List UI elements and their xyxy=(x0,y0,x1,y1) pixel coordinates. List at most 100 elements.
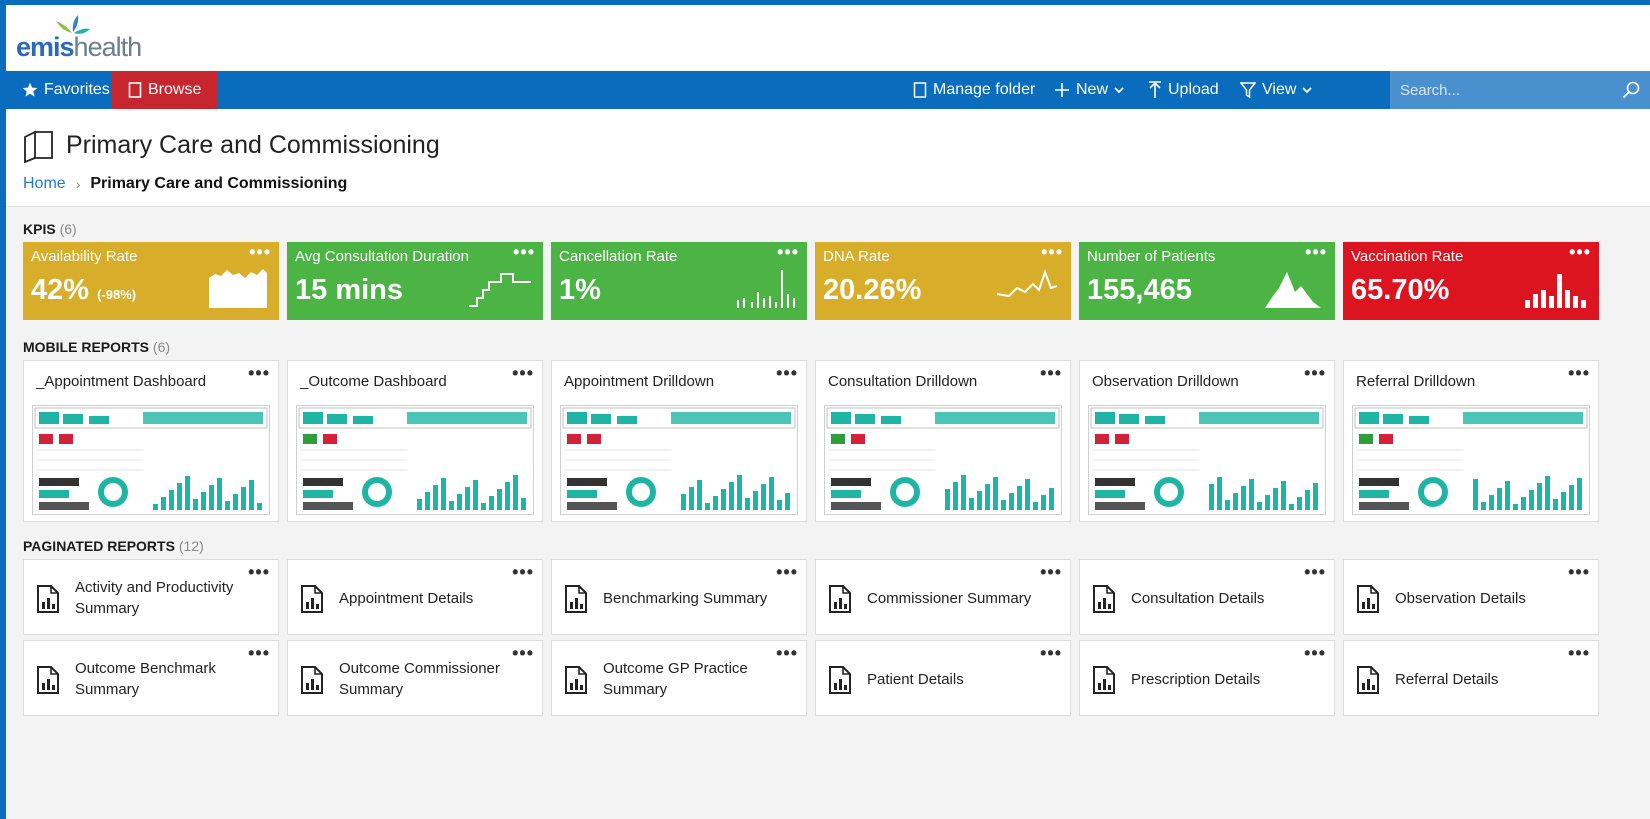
paginated-reports-section-label: PAGINATED REPORTS (12) xyxy=(23,538,204,554)
report-document-icon xyxy=(1357,666,1379,694)
more-options-icon[interactable]: ••• xyxy=(776,563,798,581)
upload-button[interactable]: Upload xyxy=(1148,71,1219,109)
search-icon[interactable] xyxy=(1622,81,1640,99)
kpi-value: 65.70% xyxy=(1351,274,1450,306)
report-document-icon xyxy=(37,666,59,694)
paginated-report-card[interactable]: Outcome GP Practice Summary ••• xyxy=(551,640,807,716)
new-button[interactable]: New xyxy=(1054,71,1130,109)
kpi-tile[interactable]: Avg Consultation Duration ••• 15 mins xyxy=(287,242,543,320)
report-document-icon xyxy=(301,666,323,694)
kpi-title: Number of Patients xyxy=(1087,248,1216,265)
upload-icon xyxy=(1149,81,1161,98)
more-options-icon[interactable]: ••• xyxy=(248,644,270,662)
paginated-report-title: Patient Details xyxy=(867,670,964,688)
mobile-reports-section-label: MOBILE REPORTS (6) xyxy=(23,339,171,355)
mobile-report-card[interactable]: Consultation Drilldown ••• xyxy=(815,360,1071,522)
breadcrumb-current: Primary Care and Commissioning xyxy=(90,175,348,192)
paginated-report-card[interactable]: Observation Details ••• xyxy=(1343,559,1599,635)
report-icon xyxy=(1356,665,1380,700)
paginated-report-card[interactable]: Commissioner Summary ••• xyxy=(815,559,1071,635)
manage-folder-label: Manage folder xyxy=(933,81,1036,98)
paginated-report-card[interactable]: Activity and Productivity Summary ••• xyxy=(23,559,279,635)
view-button[interactable]: View xyxy=(1240,71,1318,109)
search-input[interactable] xyxy=(1400,81,1610,99)
manage-folder-button[interactable]: Manage folder xyxy=(913,71,1035,109)
dashboard-preview-icon xyxy=(298,407,532,510)
more-options-icon[interactable]: ••• xyxy=(512,364,534,382)
kpi-title: Cancellation Rate xyxy=(559,248,678,265)
mobile-report-card[interactable]: _Appointment Dashboard ••• xyxy=(23,360,279,522)
mountain-sparkline-icon xyxy=(1265,272,1321,308)
mobile-report-title: _Outcome Dashboard xyxy=(300,373,447,390)
more-options-icon[interactable]: ••• xyxy=(1304,364,1326,382)
paginated-report-card[interactable]: Patient Details ••• xyxy=(815,640,1071,716)
step-sparkline-icon xyxy=(469,273,531,307)
paginated-report-card[interactable]: Prescription Details ••• xyxy=(1079,640,1335,716)
more-options-icon[interactable]: ••• xyxy=(1040,644,1062,662)
more-options-icon[interactable]: ••• xyxy=(1040,364,1062,382)
paginated-report-title: Observation Details xyxy=(1395,589,1526,607)
bar-sparkline-icon xyxy=(1525,274,1586,308)
paginated-report-card[interactable]: Outcome Commissioner Summary ••• xyxy=(287,640,543,716)
kpi-tile[interactable]: Vaccination Rate ••• 65.70% xyxy=(1343,242,1599,320)
more-options-icon[interactable]: ••• xyxy=(1304,644,1326,662)
report-thumbnail xyxy=(296,405,534,515)
mobile-report-card[interactable]: Observation Drilldown ••• xyxy=(1079,360,1335,522)
kpi-sparkline xyxy=(1523,266,1589,313)
mobile-report-card[interactable]: Appointment Drilldown ••• xyxy=(551,360,807,522)
more-options-icon[interactable]: ••• xyxy=(1568,644,1590,662)
mobile-report-title: Referral Drilldown xyxy=(1356,373,1476,390)
report-icon xyxy=(1092,665,1116,700)
mobile-report-card[interactable]: Referral Drilldown ••• xyxy=(1343,360,1599,522)
folder-open-icon xyxy=(24,130,53,163)
more-options-icon[interactable]: ••• xyxy=(513,243,535,261)
kpi-tile[interactable]: Cancellation Rate ••• 1% xyxy=(551,242,807,320)
paginated-report-card[interactable]: Outcome Benchmark Summary ••• xyxy=(23,640,279,716)
more-options-icon[interactable]: ••• xyxy=(1568,563,1590,581)
paginated-report-title: Outcome Benchmark Summary xyxy=(75,660,216,698)
report-thumbnail xyxy=(824,405,1062,515)
more-options-icon[interactable]: ••• xyxy=(249,243,271,261)
paginated-report-card[interactable]: Benchmarking Summary ••• xyxy=(551,559,807,635)
browse-nav-item[interactable]: Browse xyxy=(112,71,218,109)
report-icon xyxy=(564,665,588,700)
kpi-tile[interactable]: Number of Patients ••• 155,465 xyxy=(1079,242,1335,320)
paginated-report-card[interactable]: Referral Details ••• xyxy=(1343,640,1599,716)
kpi-tile[interactable]: Availability Rate ••• 42% (-98%) xyxy=(23,242,279,320)
more-options-icon[interactable]: ••• xyxy=(1304,563,1326,581)
more-options-icon[interactable]: ••• xyxy=(1305,243,1327,261)
more-options-icon[interactable]: ••• xyxy=(1569,243,1591,261)
chevron-right-icon: › xyxy=(75,176,81,192)
kpi-title: Avg Consultation Duration xyxy=(295,248,469,265)
view-label: View xyxy=(1262,81,1297,98)
kpi-sparkline xyxy=(735,266,797,313)
more-options-icon[interactable]: ••• xyxy=(1568,364,1590,382)
more-options-icon[interactable]: ••• xyxy=(1040,563,1062,581)
more-options-icon[interactable]: ••• xyxy=(776,644,798,662)
top-navbar: Favorites Browse Manage folder New Uploa… xyxy=(6,71,1650,109)
paginated-report-card[interactable]: Consultation Details ••• xyxy=(1079,559,1335,635)
report-icon xyxy=(828,584,852,619)
more-options-icon[interactable]: ••• xyxy=(512,563,534,581)
more-options-icon[interactable]: ••• xyxy=(248,563,270,581)
mobile-report-title: _Appointment Dashboard xyxy=(36,373,207,390)
kpi-value: 155,465 xyxy=(1087,274,1192,306)
paginated-reports-row: Outcome Benchmark Summary ••• Outcome Comm… xyxy=(23,640,1599,716)
mobile-report-card[interactable]: _Outcome Dashboard ••• xyxy=(287,360,543,522)
report-thumbnail xyxy=(1088,405,1326,515)
more-options-icon[interactable]: ••• xyxy=(776,364,798,382)
report-document-icon xyxy=(1093,585,1115,613)
more-options-icon[interactable]: ••• xyxy=(1041,243,1063,261)
report-icon xyxy=(1356,584,1380,619)
more-options-icon[interactable]: ••• xyxy=(512,644,534,662)
more-options-icon[interactable]: ••• xyxy=(777,243,799,261)
more-options-icon[interactable]: ••• xyxy=(248,364,270,382)
favorites-nav-item[interactable]: Favorites xyxy=(22,71,110,109)
paginated-report-card[interactable]: Appointment Details ••• xyxy=(287,559,543,635)
mobile-reports-row: _Appointment Dashboard ••• _Outcome Dash… xyxy=(23,360,1599,522)
new-label: New xyxy=(1076,81,1109,98)
kpi-tile[interactable]: DNA Rate ••• 20.26% xyxy=(815,242,1071,320)
paginated-report-title: Outcome GP Practice Summary xyxy=(603,660,748,698)
breadcrumb-home-link[interactable]: Home xyxy=(23,175,66,193)
kpi-sparkline xyxy=(1263,266,1325,313)
